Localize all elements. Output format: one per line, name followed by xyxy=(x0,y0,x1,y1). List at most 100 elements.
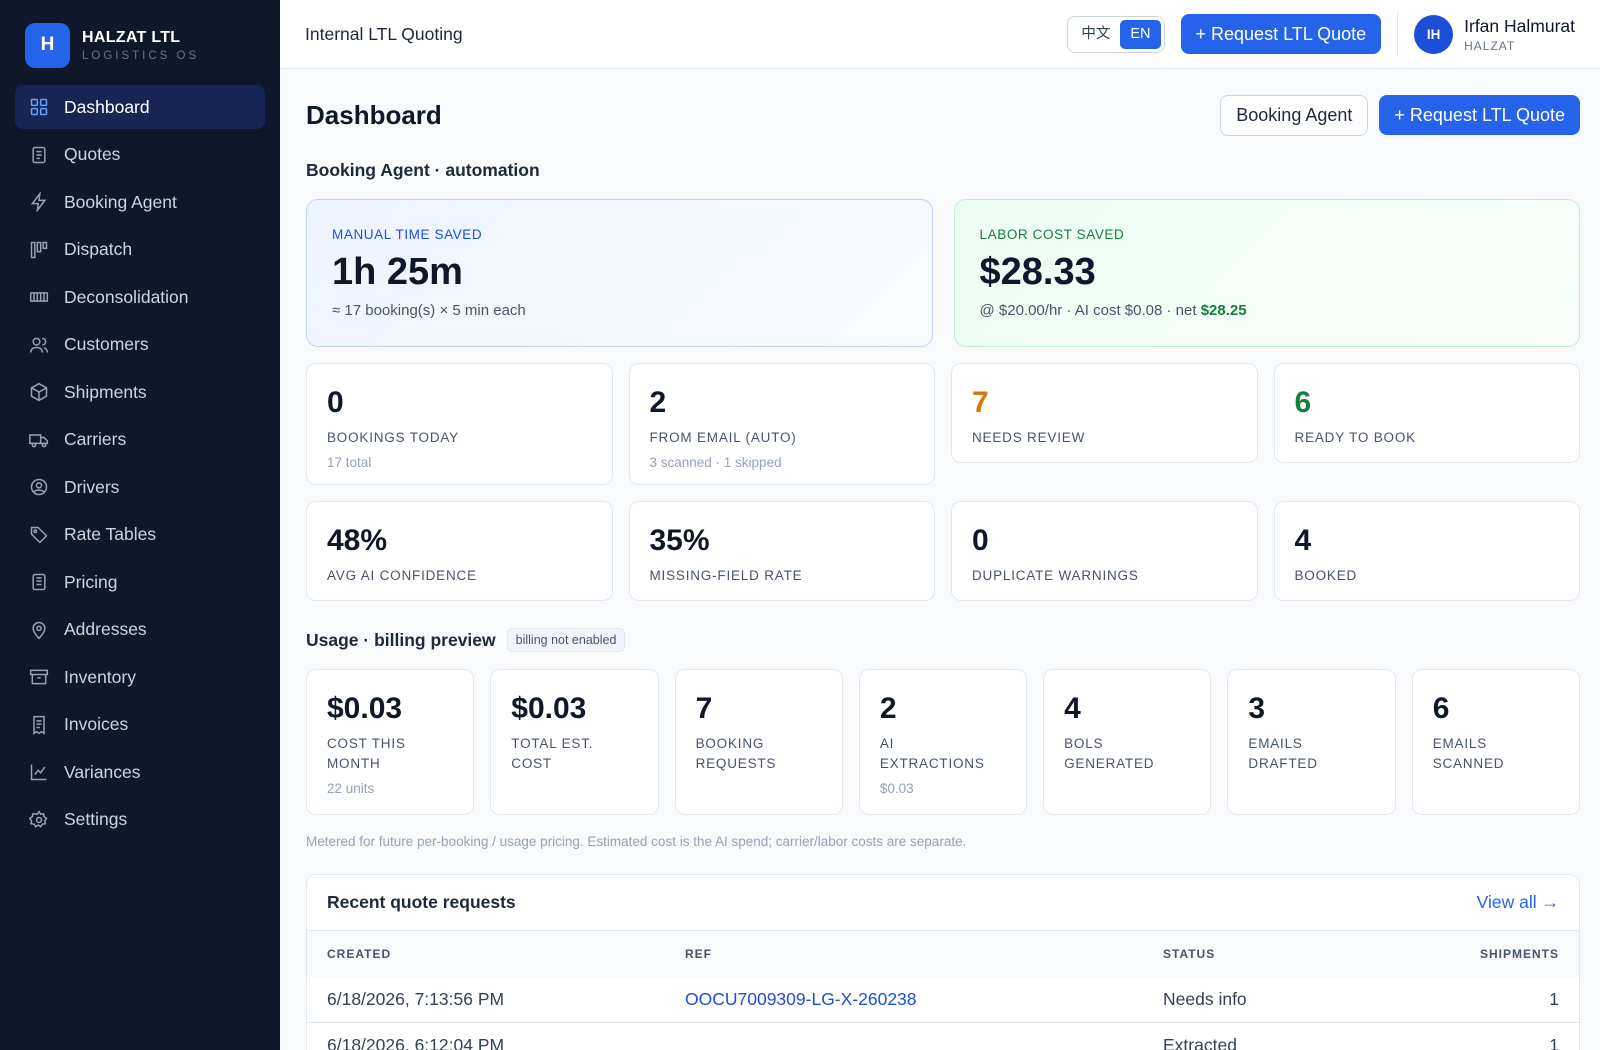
stat-card-ai-extractions: 2 AI extractions $0.03 xyxy=(858,669,1028,815)
sidebar-item-invoices[interactable]: Invoices xyxy=(15,703,265,747)
sidebar-nav: Dashboard Quotes Booking Agent Dispatch Deco… xyxy=(0,85,280,842)
sidebar-item-quotes[interactable]: Quotes xyxy=(15,133,265,177)
view-all-link[interactable]: View all → xyxy=(1477,892,1559,913)
sidebar-item-booking-agent[interactable]: Booking Agent xyxy=(15,180,265,224)
sidebar-item-addresses[interactable]: Addresses xyxy=(15,608,265,652)
stat-value: 4 xyxy=(1294,524,1312,557)
stats-row-2: 48% Avg AI confidence 35% Missing-field rat… xyxy=(306,501,1580,601)
stat-value: $0.03 xyxy=(511,692,587,725)
sidebar-item-label: Invoices xyxy=(64,714,129,734)
stat-value: 6 xyxy=(1432,692,1450,725)
sidebar-item-shipments[interactable]: Shipments xyxy=(15,370,265,414)
sidebar-item-label: Drivers xyxy=(64,476,120,497)
sidebar-item-carriers[interactable]: Carriers xyxy=(15,418,265,462)
sidebar-item-label: Deconsolidation xyxy=(64,286,189,307)
stat-card-bookings-today: 0 Bookings today 17 total xyxy=(306,363,613,485)
sidebar-item-dashboard[interactable]: Dashboard xyxy=(15,85,265,129)
stat-value: 0 xyxy=(972,524,989,557)
cell-status: Extracted xyxy=(1163,1035,1237,1050)
barcode-icon xyxy=(28,286,50,308)
sidebar-item-inventory[interactable]: Inventory xyxy=(15,655,265,699)
sidebar-item-pricing[interactable]: Pricing xyxy=(15,560,265,604)
hero-sub: @ $20.00/hr · AI cost $0.08 · net $28.25 xyxy=(980,302,1555,319)
sidebar-item-rate-tables[interactable]: Rate Tables xyxy=(15,513,265,557)
col-status[interactable]: STATUS xyxy=(1163,947,1409,961)
stat-label: Total est. cost xyxy=(511,736,594,771)
col-created[interactable]: CREATED xyxy=(327,947,685,961)
stat-card-bols-generated: 4 BOLs generated xyxy=(1043,669,1212,815)
sidebar-item-label: Booking Agent xyxy=(64,191,177,212)
archive-icon xyxy=(28,666,50,688)
sidebar-item-dispatch[interactable]: Dispatch xyxy=(15,228,265,272)
stat-label: Ready to book xyxy=(1294,430,1416,445)
stat-card-avg-ai-confidence: 48% Avg AI confidence xyxy=(306,501,613,601)
manual-time-saved-card: MANUAL TIME SAVED 1h 25m ≈ 17 booking(s)… xyxy=(306,199,933,347)
stat-value: 2 xyxy=(879,692,897,725)
sidebar-item-variances[interactable]: Variances xyxy=(15,750,265,794)
stat-card-booked: 4 Booked xyxy=(1273,501,1580,601)
recent-quotes-card: Recent quote requests View all → CREATED… xyxy=(306,874,1580,1050)
sidebar-item-label: Rate Tables xyxy=(64,524,157,544)
stat-value: 2 xyxy=(649,386,667,419)
usage-note: Metered for future per-booking / usage p… xyxy=(306,834,967,849)
sidebar-item-label: Quotes xyxy=(64,144,121,164)
stat-value: 35% xyxy=(649,524,710,557)
request-ltl-quote-button-top[interactable]: + Request LTL Quote xyxy=(1180,14,1382,54)
sidebar-item-drivers[interactable]: Drivers xyxy=(15,465,265,509)
sidebar-item-customers[interactable]: Customers xyxy=(15,323,265,367)
automation-section-title: Booking Agent · automation xyxy=(306,160,540,180)
stat-label: From email (auto) xyxy=(649,430,797,445)
sidebar-item-deconsolidation[interactable]: Deconsolidation xyxy=(15,275,265,319)
avatar: IH xyxy=(1414,14,1454,54)
lang-en-option[interactable]: EN xyxy=(1120,19,1161,49)
page-title: Dashboard xyxy=(306,99,442,130)
sidebar-item-label: Addresses xyxy=(64,619,147,639)
truck-icon xyxy=(28,429,50,451)
table-row[interactable]: 6/18/2026, 7:13:56 PM OOCU7009309-LG-X-26… xyxy=(307,977,1579,1023)
stat-sub: 17 total xyxy=(327,455,372,470)
usage-row: $0.03 Cost this month 22 units $0.03 Total e… xyxy=(306,669,1580,815)
sidebar-item-settings[interactable]: Settings xyxy=(15,798,265,842)
brand[interactable]: H HALZAT LTL LOGISTICS OS xyxy=(0,0,280,75)
col-ref[interactable]: REF xyxy=(685,947,1163,961)
stat-card-missing-field-rate: 35% Missing-field rate xyxy=(628,501,935,601)
kanban-icon xyxy=(28,239,50,261)
booking-agent-button[interactable]: Booking Agent xyxy=(1220,94,1369,136)
cell-created: 6/18/2026, 7:13:56 PM xyxy=(327,989,505,1009)
stat-label: Emails scanned xyxy=(1432,736,1505,771)
box-icon xyxy=(28,381,50,403)
lightning-icon xyxy=(28,191,50,213)
stat-label: Needs review xyxy=(972,430,1086,445)
stat-label: Booked xyxy=(1294,568,1358,583)
stats-row-1: 0 Bookings today 17 total 2 From email (auto… xyxy=(306,363,1580,485)
stat-value: 0 xyxy=(327,386,344,419)
sidebar-item-label: Carriers xyxy=(64,429,127,449)
col-shipments[interactable]: SHIPMENTS xyxy=(1409,947,1559,961)
user-text: Irfan Halmurat HALZAT xyxy=(1464,16,1575,53)
topbar-divider xyxy=(1397,11,1399,57)
topbar: Internal LTL Quoting 中文 EN + Request LTL… xyxy=(280,0,1600,69)
stat-value: 6 xyxy=(1294,386,1312,419)
user-name: Irfan Halmurat xyxy=(1464,15,1575,36)
table-row[interactable]: 6/18/2026, 6:12:04 PM Extracted 1 xyxy=(307,1023,1579,1050)
list-icon xyxy=(28,571,50,593)
cell-status: Needs info xyxy=(1163,989,1247,1009)
cell-ref-link[interactable]: OOCU7009309-LG-X-260238 xyxy=(685,989,1163,1010)
sidebar-item-label: Shipments xyxy=(64,381,147,402)
stat-card-emails-scanned: 6 Emails scanned xyxy=(1411,669,1580,815)
stat-card-needs-review: 7 Needs review xyxy=(951,363,1258,463)
app-title: Internal LTL Quoting xyxy=(305,23,463,44)
request-ltl-quote-button[interactable]: + Request LTL Quote xyxy=(1379,95,1580,135)
user-org: HALZAT xyxy=(1464,38,1516,53)
hero-sub: ≈ 17 booking(s) × 5 min each xyxy=(332,302,526,319)
brand-logo: H xyxy=(25,22,70,68)
stat-card-ready-to-book: 6 Ready to book xyxy=(1273,363,1580,463)
hero-value: 1h 25m xyxy=(332,251,463,293)
sidebar-item-label: Pricing xyxy=(64,571,118,592)
stat-label: Booking requests xyxy=(695,736,777,771)
user-menu[interactable]: IH Irfan Halmurat HALZAT xyxy=(1414,14,1575,54)
stat-value: 3 xyxy=(1248,692,1266,725)
brand-sub: LOGISTICS OS xyxy=(82,49,200,62)
lang-zh-option[interactable]: 中文 xyxy=(1071,20,1120,49)
stat-value: $0.03 xyxy=(327,692,403,725)
